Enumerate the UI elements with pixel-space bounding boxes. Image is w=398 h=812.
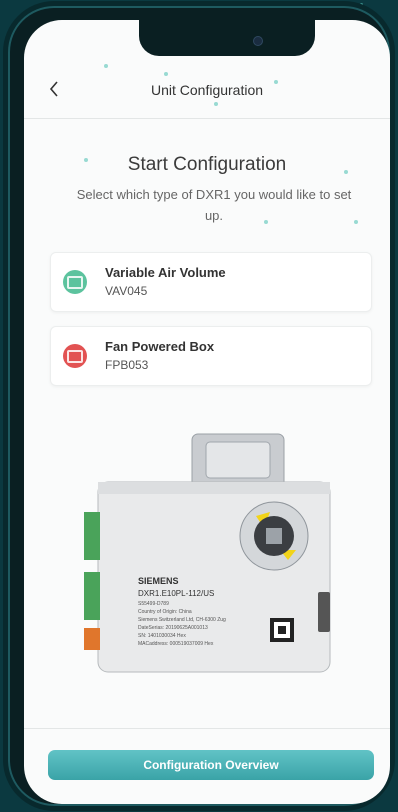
device-sn: SN: 1401030034 Hex: [138, 633, 186, 639]
section-title: Start Configuration: [127, 154, 287, 175]
app-screen: Unit Configuration Start Configuration S…: [24, 20, 390, 804]
option-title: Fan Powered Box: [105, 339, 215, 354]
device-company: Siemens Switzerland Ltd, CH-6300 Zug: [138, 617, 226, 623]
option-title: Variable Air Volume: [105, 265, 226, 280]
section-subtitle: Select which type of DXR1 you would like…: [76, 187, 352, 223]
option-card-fpb[interactable]: Fan Powered Box FPB053: [50, 326, 372, 386]
device-brand: SIEMENS: [138, 576, 179, 586]
page-title: Unit Configuration: [150, 82, 264, 98]
unit-icon: [63, 270, 87, 294]
phone-notch: [139, 20, 315, 56]
device-origin: Country of Origin: China: [138, 609, 192, 615]
footer-divider: [24, 728, 390, 729]
device-model: DXR1.E10PL-112/US: [138, 589, 214, 598]
dxr1-device-image: SIEMENS DXR1.E10PL-112/US S55499-D789 Co…: [84, 433, 331, 673]
phone-frame: Unit Configuration Start Configuration S…: [8, 6, 390, 806]
top-bar: Unit Configuration: [24, 68, 390, 119]
configuration-overview-button[interactable]: Configuration Overview: [48, 750, 374, 780]
option-card-vav[interactable]: Variable Air Volume VAV045: [50, 252, 372, 312]
option-code: FPB053: [105, 358, 149, 372]
option-code: VAV045: [105, 284, 148, 298]
camera-icon: [253, 36, 263, 46]
device-serial: DateSerias: 20190625A001013: [138, 625, 208, 631]
unit-icon: [63, 344, 87, 368]
device-mac: MACaddress: 000519037009 Hex: [138, 641, 214, 647]
device-part: S55499-D789: [138, 601, 169, 607]
